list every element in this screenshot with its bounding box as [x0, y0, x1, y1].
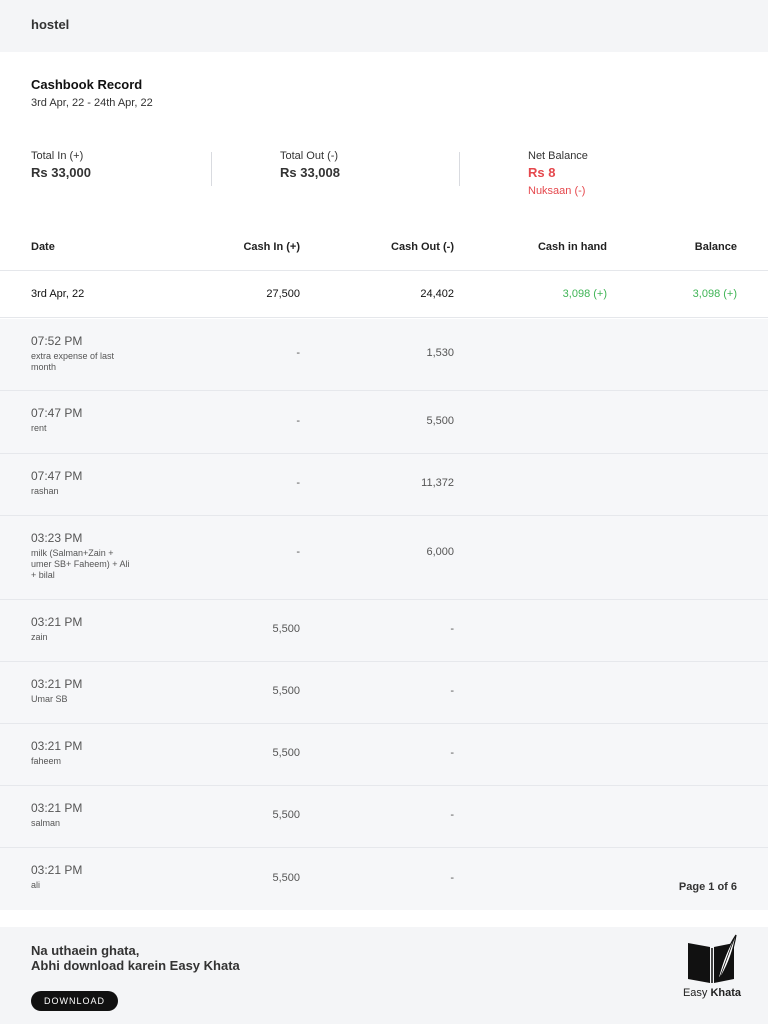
column-header-date: Date	[31, 241, 55, 253]
entry-cash-in: -	[296, 415, 300, 427]
net-balance-note: Nuksaan (-)	[528, 185, 586, 197]
table-row: 03:21 PM zain 5,500 -	[0, 600, 768, 662]
table-row: 03:21 PM Umar SB 5,500 -	[0, 662, 768, 724]
table-row: 03:21 PM salman 5,500 -	[0, 786, 768, 848]
entry-cash-out: -	[450, 623, 454, 635]
column-header-balance: Balance	[694, 241, 737, 253]
entry-cash-in: 5,500	[272, 685, 300, 697]
summary-divider	[211, 152, 212, 186]
entry-time: 03:21 PM	[31, 615, 83, 629]
day-cash-in-hand: 3,098 (+)	[562, 288, 607, 300]
entry-cash-out: 1,530	[426, 347, 454, 359]
entry-cash-in: -	[296, 546, 300, 558]
entry-cash-in: -	[296, 347, 300, 359]
book-title: hostel	[31, 17, 70, 32]
entry-description: milk (Salman+Zain + umer SB+ Faheem) + A…	[31, 548, 130, 580]
day-date: 3rd Apr, 22	[31, 288, 85, 300]
entry-description: rent	[31, 423, 47, 433]
entry-description: faheem	[31, 756, 62, 766]
entry-time: 03:21 PM	[31, 739, 83, 753]
net-balance-label: Net Balance	[528, 150, 588, 162]
brand-name-bold: Khata	[710, 987, 742, 999]
download-button[interactable]: DOWNLOAD	[31, 991, 118, 1011]
summary-divider	[459, 152, 460, 186]
table-row: 03:23 PM milk (Salman+Zain + umer SB+ Fa…	[0, 516, 768, 600]
total-in-value: Rs 33,000	[31, 165, 91, 180]
entry-description: extra expense of last month	[31, 351, 115, 372]
entry-time: 07:52 PM	[31, 334, 83, 348]
total-out-summary: Total Out (-) Rs 33,008	[280, 150, 340, 180]
table-header: Date Cash In (+) Cash Out (-) Cash in ha…	[0, 228, 768, 271]
brand-name: Easy Khata	[682, 987, 742, 999]
book-feather-icon	[682, 933, 742, 985]
record-date-range: 3rd Apr, 22 - 24th Apr, 22	[31, 97, 153, 109]
entry-time: 07:47 PM	[31, 406, 83, 420]
entry-time: 03:23 PM	[31, 531, 83, 545]
top-bar: hostel	[0, 0, 768, 52]
table-row: 07:47 PM rent - 5,500	[0, 391, 768, 454]
column-header-cash-out: Cash Out (-)	[391, 241, 454, 253]
entry-cash-in: 5,500	[272, 623, 300, 635]
entry-time: 03:21 PM	[31, 863, 83, 877]
total-in-label: Total In (+)	[31, 150, 84, 162]
day-summary-row: 3rd Apr, 22 27,500 24,402 3,098 (+) 3,09…	[0, 272, 768, 318]
entry-description: Umar SB	[31, 694, 68, 704]
entry-time: 07:47 PM	[31, 469, 83, 483]
entry-cash-out: -	[450, 809, 454, 821]
entry-cash-out: 6,000	[426, 546, 454, 558]
promo-line-1: Na uthaein ghata,	[31, 943, 140, 958]
entry-cash-out: -	[450, 747, 454, 759]
brand-name-light: Easy	[682, 987, 708, 999]
entry-cash-in: 5,500	[272, 809, 300, 821]
entry-cash-out: -	[450, 872, 454, 884]
entry-description: ali	[31, 880, 41, 890]
column-header-cash-in-hand: Cash in hand	[537, 241, 607, 253]
day-balance: 3,098 (+)	[692, 288, 737, 300]
table-row: 07:47 PM rashan - 11,372	[0, 454, 768, 516]
entry-description: rashan	[31, 486, 59, 496]
total-out-value: Rs 33,008	[280, 165, 340, 180]
entry-cash-out: 5,500	[426, 415, 454, 427]
net-balance-summary: Net Balance Rs 8 Nuksaan (-)	[528, 150, 588, 197]
entry-cash-out: -	[450, 685, 454, 697]
record-header: Cashbook Record 3rd Apr, 22 - 24th Apr, …	[31, 77, 153, 109]
total-out-label: Total Out (-)	[280, 150, 339, 162]
column-header-cash-in: Cash In (+)	[243, 241, 300, 253]
total-in-summary: Total In (+) Rs 33,000	[31, 150, 91, 180]
entry-cash-in: -	[296, 477, 300, 489]
summary-section: Total In (+) Rs 33,000 Total Out (-) Rs …	[0, 150, 768, 206]
table-row: 07:52 PM extra expense of last month - 1…	[0, 319, 768, 391]
page-indicator: Page 1 of 6	[678, 881, 737, 893]
net-balance-value: Rs 8	[528, 165, 556, 180]
entry-description: zain	[31, 632, 48, 642]
entry-time: 03:21 PM	[31, 801, 83, 815]
promo-line-2: Abhi download karein Easy Khata	[31, 958, 240, 973]
table-row: 03:21 PM faheem 5,500 -	[0, 724, 768, 786]
entry-time: 03:21 PM	[31, 677, 83, 691]
entry-cash-out: 11,372	[421, 477, 454, 489]
promo-footer: Na uthaein ghata, Abhi download karein E…	[0, 927, 768, 1024]
easy-khata-logo: Easy Khata	[682, 933, 742, 1013]
entry-cash-in: 5,500	[272, 747, 300, 759]
day-cash-out: 24,402	[420, 288, 454, 300]
entry-description: salman	[31, 818, 61, 828]
day-cash-in: 27,500	[266, 288, 300, 300]
entry-cash-in: 5,500	[272, 872, 300, 884]
entry-list: 07:52 PM extra expense of last month - 1…	[0, 319, 768, 910]
record-title: Cashbook Record	[31, 77, 143, 92]
table-row: 03:21 PM ali 5,500 -	[0, 848, 768, 910]
